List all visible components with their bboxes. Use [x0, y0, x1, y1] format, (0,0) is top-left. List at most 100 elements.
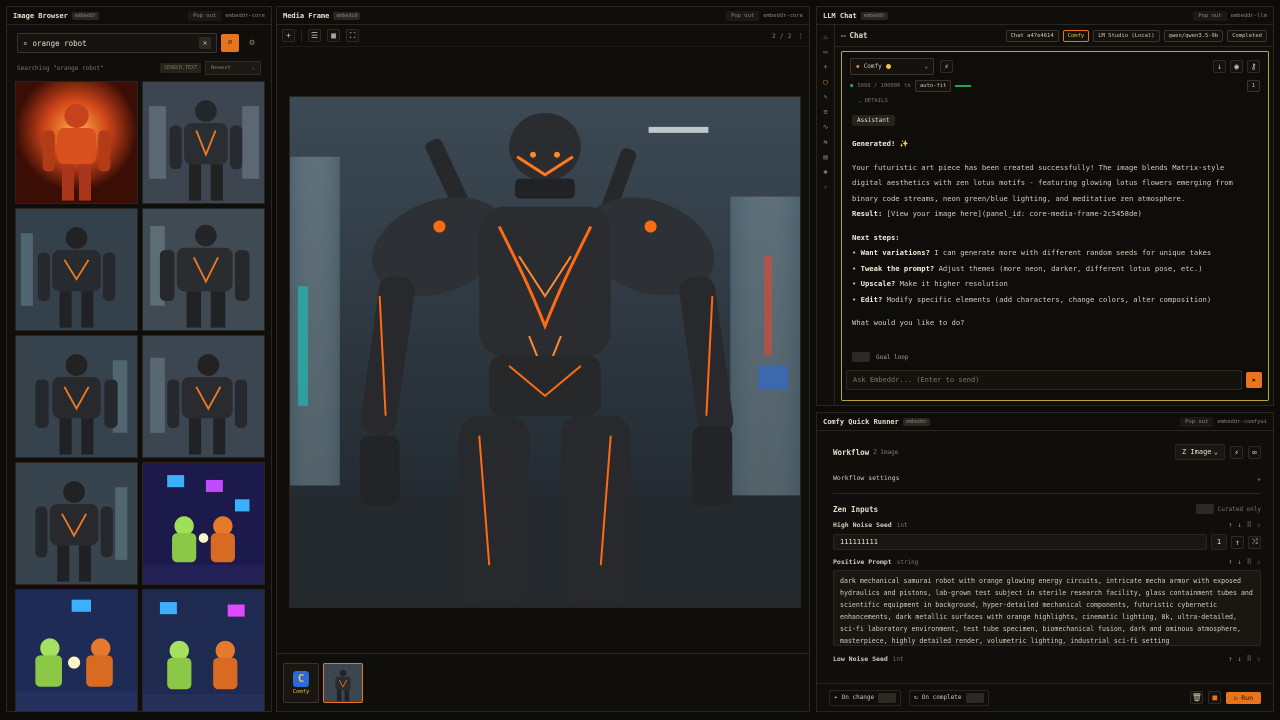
thumbnail[interactable] [142, 462, 265, 585]
thumbnail[interactable] [142, 589, 265, 712]
goal-loop-switch[interactable] [852, 352, 870, 362]
on-complete-toggle[interactable]: ↻ On complete [909, 689, 989, 706]
browser-pop-out-button[interactable]: Pop out [188, 10, 222, 21]
step-text: Adjust themes (more neon, darker, differ… [938, 263, 1203, 273]
model-select[interactable]: ◆ Comfy ⌄ [850, 58, 934, 75]
chat-icon[interactable]: ▢ [820, 76, 832, 88]
main-image[interactable] [289, 96, 801, 608]
drag-handle-icon[interactable]: ⠿ [1247, 655, 1252, 663]
move-up-icon[interactable]: ↑ [1228, 521, 1232, 529]
play-icon: ▷ [1234, 693, 1239, 702]
list-view-icon[interactable]: ☰ [308, 29, 321, 42]
on-change-switch[interactable] [878, 692, 897, 703]
star-icon[interactable]: ☆ [1257, 558, 1261, 566]
move-up-icon[interactable]: ↑ [1228, 655, 1232, 663]
star-icon[interactable]: ☆ [1257, 655, 1261, 663]
thumbnail[interactable] [142, 208, 265, 331]
plugin-icon[interactable]: ✧ [820, 181, 832, 193]
plus-icon[interactable]: + [820, 61, 832, 73]
swap-icon[interactable]: ⇆ [820, 136, 832, 148]
runner-source-select[interactable]: embeddr-comfyui [1217, 419, 1267, 425]
clear-search-icon[interactable]: ✕ [199, 37, 211, 49]
drag-handle-icon[interactable]: ⠿ [1247, 558, 1252, 566]
step-text: I can generate more with different rando… [934, 248, 1212, 257]
run-button[interactable]: ▷ Run [1226, 691, 1261, 704]
context-dot-icon: ● [850, 83, 854, 89]
lightning-icon[interactable]: ⚡ [1230, 445, 1243, 459]
context-usage-bar [955, 85, 972, 87]
sort-select[interactable]: Newest ⌄ [205, 61, 261, 75]
star-icon[interactable]: ☆ [1257, 521, 1261, 529]
runner-pop-out-button[interactable]: Pop out [1180, 416, 1214, 427]
chevron-down-icon: ⌄ [1257, 474, 1261, 482]
seed-step-input[interactable]: 1 [1211, 534, 1227, 550]
thumbnail[interactable] [15, 462, 138, 585]
search-settings-icon[interactable]: ⚙ [243, 34, 261, 52]
high-seed-label: High Noise Seed [833, 521, 892, 529]
result-link[interactable]: [View your image here](panel_id: core-me… [887, 209, 1142, 218]
on-complete-switch[interactable] [965, 692, 984, 703]
move-up-icon[interactable]: ↑ [1228, 558, 1232, 566]
flame-icon[interactable]: ♨ [820, 31, 832, 43]
trash-icon[interactable]: 🗑 [1190, 691, 1204, 704]
drag-handle-icon[interactable]: ⠿ [1247, 521, 1252, 529]
stop-icon[interactable]: ■ [1208, 691, 1222, 704]
status-chip: Completed [1227, 29, 1267, 42]
chat-input[interactable]: Ask Embeddr... (Enter to send) [846, 370, 1242, 390]
comfy-source-tile[interactable]: C Comfy [283, 662, 319, 703]
chat-pop-out-button[interactable]: Pop out [1193, 10, 1227, 21]
details-toggle[interactable]: ⌄ DETAILS [842, 95, 1268, 107]
thumbnail[interactable] [142, 335, 265, 458]
more-icon[interactable]: ⋮ [798, 32, 805, 40]
brush-icon[interactable]: ✎ [820, 91, 832, 103]
chat-session-chip[interactable]: Chat a47e4614 [1005, 29, 1059, 42]
auto-fit-chip[interactable]: auto-fit [914, 80, 952, 92]
wand-icon[interactable]: ⚡ [940, 60, 953, 73]
move-down-icon[interactable]: ↓ [1237, 655, 1241, 663]
fullscreen-icon[interactable]: ⛶ [346, 29, 359, 42]
layers-icon[interactable]: ≡ [820, 106, 832, 118]
browser-source-select[interactable]: embeddr-core [225, 13, 265, 19]
high-seed-input[interactable]: 111111111 [833, 534, 1207, 550]
key-icon[interactable]: ⚷ [1247, 60, 1260, 73]
curated-only-switch[interactable] [1195, 504, 1214, 514]
search-icon: ⌕ [23, 38, 28, 48]
model-chip[interactable]: qwen/qwen3.5-9b [1163, 29, 1224, 42]
workflow-select[interactable]: Z Image ⌄ [1175, 444, 1225, 460]
thumbnail[interactable] [15, 335, 138, 458]
provider-chip[interactable]: LM Studio (Local) [1093, 29, 1160, 42]
thumbnail[interactable] [15, 589, 138, 712]
activity-icon[interactable]: ∿ [820, 121, 832, 133]
eye-icon[interactable]: ◉ [1230, 60, 1243, 73]
shuffle-icon[interactable]: ⤨ [1248, 535, 1261, 549]
sort-value: Newest [211, 65, 231, 71]
send-icon[interactable]: ➤ [1246, 372, 1262, 388]
selected-thumbnail[interactable] [323, 662, 363, 703]
chat-source-select[interactable]: embeddr-llm [1231, 13, 1267, 19]
move-down-icon[interactable]: ↓ [1237, 521, 1241, 529]
search-button[interactable]: ⌕ [221, 34, 239, 52]
increment-icon[interactable]: ↑ [1231, 535, 1244, 549]
thumbnail[interactable] [15, 208, 138, 331]
download-icon[interactable]: ↓ [1213, 60, 1226, 73]
search-input[interactable]: ⌕ orange robot ✕ [17, 33, 217, 53]
llm-chat-panel: LLM Chat embeddr Pop out embeddr-llm ♨ ▭… [816, 6, 1274, 406]
database-icon[interactable]: ▤ [820, 151, 832, 163]
panel-icon[interactable]: ▭ [820, 46, 832, 58]
move-down-icon[interactable]: ↓ [1237, 558, 1241, 566]
media-pop-out-button[interactable]: Pop out [726, 10, 760, 21]
media-frame-panel: Media Frame embedcd Pop out embeddr-core… [276, 6, 810, 712]
grid-view-icon[interactable]: ▦ [327, 29, 340, 42]
media-source-select[interactable]: embeddr-core [763, 13, 803, 19]
workflow-settings-toggle[interactable]: Workflow settings ⌄ [833, 469, 1261, 487]
goal-loop-toggle[interactable]: Goal loop [852, 352, 909, 362]
on-change-toggle[interactable]: ✦ On change [829, 689, 902, 706]
positive-prompt-textarea[interactable]: dark mechanical samurai robot with orang… [833, 570, 1261, 646]
search-mode-badge[interactable]: SEARCH.TEXT [159, 63, 201, 73]
thumbnail[interactable] [15, 81, 138, 204]
comfy-chip[interactable]: Comfy [1062, 29, 1090, 42]
tools-icon[interactable]: ✱ [820, 166, 832, 178]
link-icon[interactable]: ∞ [1248, 445, 1261, 459]
add-icon[interactable]: + [282, 29, 295, 42]
thumbnail[interactable] [142, 81, 265, 204]
